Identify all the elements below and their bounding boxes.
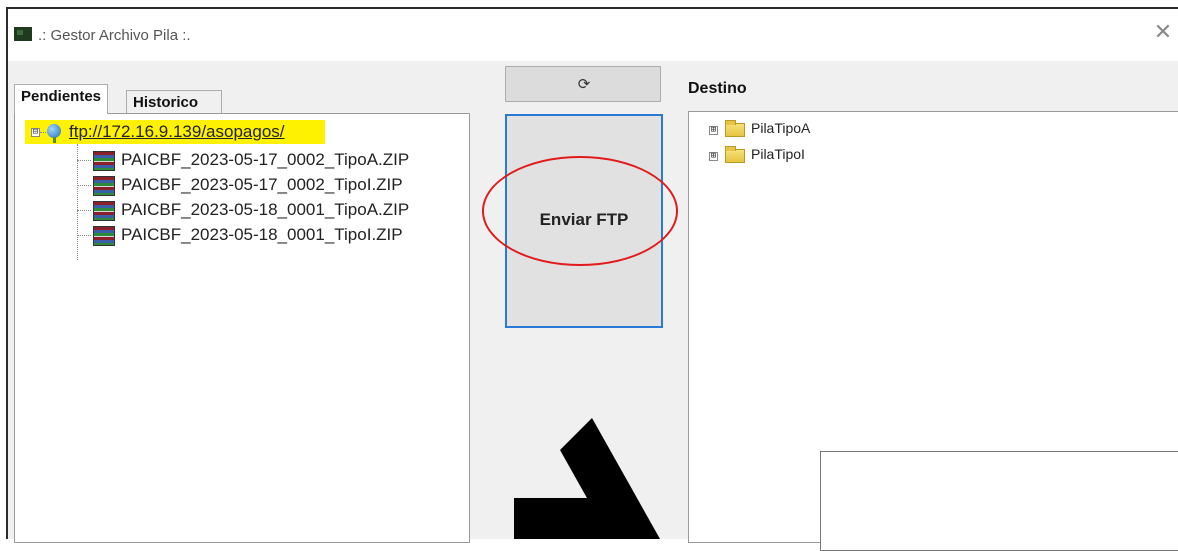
folder-icon <box>725 120 745 137</box>
tab-pendientes[interactable]: Pendientes <box>14 84 109 114</box>
folder-item-pilatipoa[interactable]: PilaTipoA <box>751 120 810 136</box>
refresh-button[interactable]: ⟳ <box>505 66 661 102</box>
enviar-ftp-label: Enviar FTP <box>539 210 629 229</box>
destino-label: Destino <box>688 80 747 97</box>
tree-connector <box>77 160 91 161</box>
file-item[interactable]: PAICBF_2023-05-17_0002_TipoA.ZIP <box>121 150 409 170</box>
title-bar: .: Gestor Archivo Pila :. ✕ <box>8 9 1178 61</box>
tree-connector <box>77 210 91 211</box>
file-item[interactable]: PAICBF_2023-05-17_0002_TipoI.ZIP <box>121 175 403 195</box>
pending-files-tree[interactable]: ⊟ ftp://172.16.9.139/asopagos/ PAICBF_20… <box>14 113 470 543</box>
zip-archive-icon <box>93 176 115 196</box>
zip-archive-icon <box>93 151 115 171</box>
file-item[interactable]: PAICBF_2023-05-18_0001_TipoI.ZIP <box>121 225 403 245</box>
folder-icon <box>725 146 745 163</box>
tree-connector <box>77 235 91 236</box>
globe-stand <box>53 137 56 143</box>
ftp-root-node[interactable]: ftp://172.16.9.139/asopagos/ <box>69 122 285 142</box>
tree-connector <box>77 144 78 260</box>
app-icon <box>14 27 32 41</box>
file-item[interactable]: PAICBF_2023-05-18_0001_TipoA.ZIP <box>121 200 409 220</box>
close-button[interactable]: ✕ <box>1152 21 1174 43</box>
refresh-icon: ⟳ <box>577 75 591 93</box>
tree-connector <box>77 185 91 186</box>
expand-icon[interactable]: ⊞ <box>709 126 718 135</box>
zip-archive-icon <box>93 226 115 246</box>
zip-archive-icon <box>93 201 115 221</box>
globe-icon <box>47 124 61 138</box>
expand-icon[interactable]: ⊞ <box>709 152 718 161</box>
window-title: .: Gestor Archivo Pila :. <box>38 27 191 44</box>
enviar-ftp-button[interactable]: Enviar FTP <box>505 114 663 328</box>
collapse-icon[interactable]: ⊟ <box>31 128 40 137</box>
overlay-panel <box>820 451 1178 551</box>
folder-item-pilatipoi[interactable]: PilaTipoI <box>751 146 805 162</box>
